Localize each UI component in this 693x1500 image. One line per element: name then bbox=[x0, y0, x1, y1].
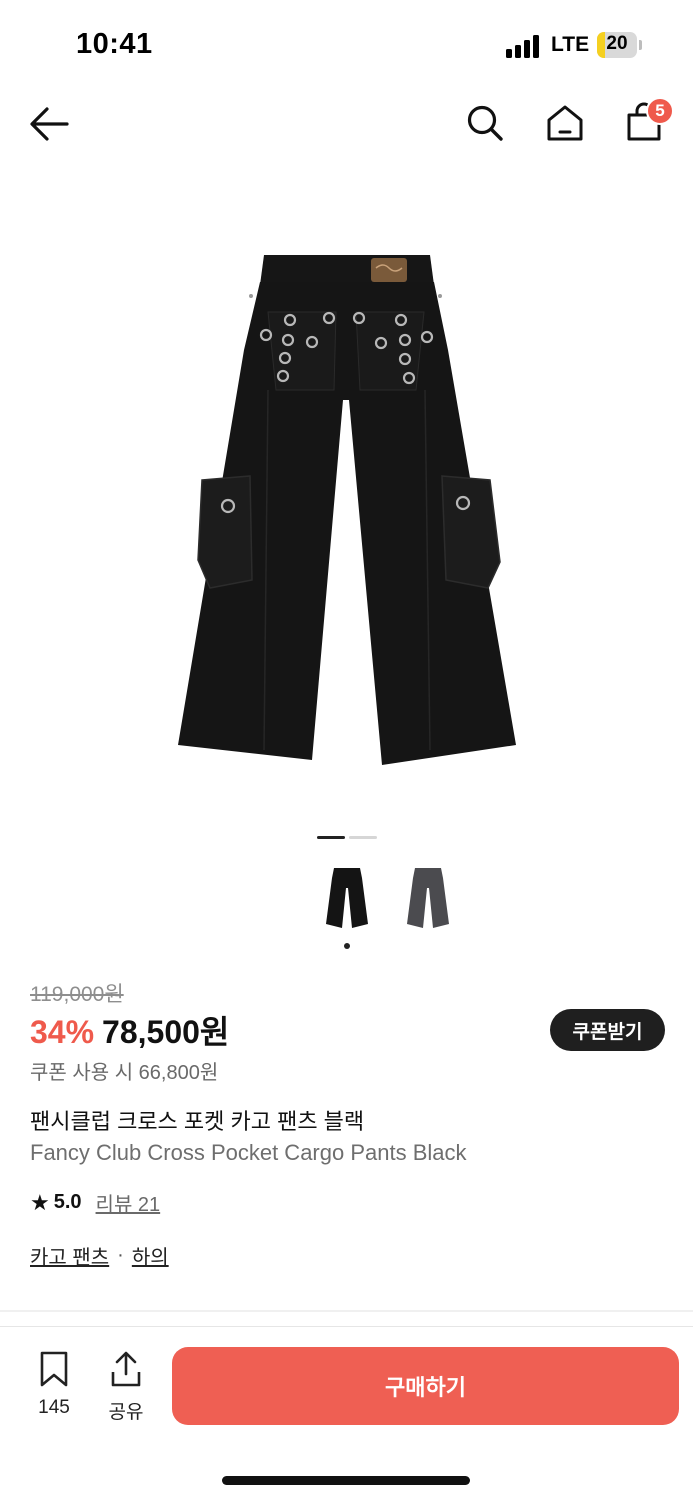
signal-icon bbox=[506, 34, 542, 58]
status-time: 10:41 bbox=[76, 28, 153, 60]
thumbnail-gray[interactable] bbox=[403, 862, 453, 934]
black-pants-thumb bbox=[326, 868, 368, 928]
thumbnail-black[interactable] bbox=[322, 862, 372, 934]
bookmark-button[interactable]: 145 bbox=[28, 1350, 80, 1420]
gallery-indicator bbox=[349, 836, 377, 839]
home-indicator bbox=[222, 1476, 470, 1485]
star-icon: ★ bbox=[30, 1189, 50, 1215]
price-row: 34% 78,500원 bbox=[30, 1007, 229, 1053]
share-label: 공유 bbox=[108, 1402, 144, 1423]
share-button[interactable]: 공유 bbox=[100, 1350, 152, 1423]
category-separator: · bbox=[117, 1244, 124, 1266]
cart-count-badge: 5 bbox=[646, 97, 674, 125]
section-divider bbox=[0, 1310, 693, 1312]
battery-cap bbox=[639, 40, 642, 50]
coupon-price: 쿠폰 사용 시 66,800원 bbox=[30, 1062, 219, 1084]
original-price: 119,000원 bbox=[30, 983, 124, 1006]
gray-pants-thumb bbox=[407, 868, 449, 928]
search-icon bbox=[467, 105, 503, 141]
buy-button[interactable]: 구매하기 bbox=[172, 1347, 679, 1425]
bottom-bar-divider bbox=[0, 1326, 693, 1327]
status-bar: 10:41 LTE 20 bbox=[0, 0, 693, 90]
gallery-indicator-active bbox=[317, 836, 345, 839]
color-thumbnails bbox=[0, 862, 693, 942]
home-icon bbox=[547, 105, 583, 141]
back-button[interactable] bbox=[24, 102, 74, 146]
search-button[interactable] bbox=[462, 100, 508, 146]
coupon-button[interactable]: 쿠폰받기 bbox=[550, 1009, 665, 1051]
bookmark-icon bbox=[40, 1351, 68, 1387]
bookmark-count: 145 bbox=[38, 1397, 70, 1418]
network-label: LTE bbox=[551, 33, 590, 56]
thumbnail-selected-dot bbox=[344, 943, 350, 949]
cargo-pants-image bbox=[178, 255, 516, 765]
rating-row: ★ 5.0 리뷰 21 bbox=[30, 1188, 160, 1217]
arrow-left-icon bbox=[30, 107, 69, 141]
review-link[interactable]: 리뷰 21 bbox=[96, 1188, 161, 1217]
category-bottoms[interactable]: 하의 bbox=[132, 1241, 169, 1270]
product-title-en: Fancy Club Cross Pocket Cargo Pants Blac… bbox=[30, 1140, 467, 1165]
battery-level: 20 bbox=[606, 33, 628, 54]
rating-value: 5.0 bbox=[53, 1191, 82, 1213]
category-breadcrumb: 카고 팬츠 · 하의 bbox=[30, 1241, 169, 1270]
product-image[interactable] bbox=[0, 160, 693, 820]
sale-price: 78,500원 bbox=[102, 1014, 230, 1050]
category-cargo-pants[interactable]: 카고 팬츠 bbox=[30, 1241, 109, 1270]
share-icon bbox=[111, 1351, 141, 1387]
discount-rate: 34% bbox=[30, 1014, 95, 1050]
header bbox=[0, 90, 693, 160]
battery-icon: 20 bbox=[597, 32, 637, 58]
product-title-ko: 팬시클럽 크로스 포켓 카고 팬츠 블랙 bbox=[30, 1109, 365, 1134]
home-button[interactable] bbox=[542, 100, 588, 146]
